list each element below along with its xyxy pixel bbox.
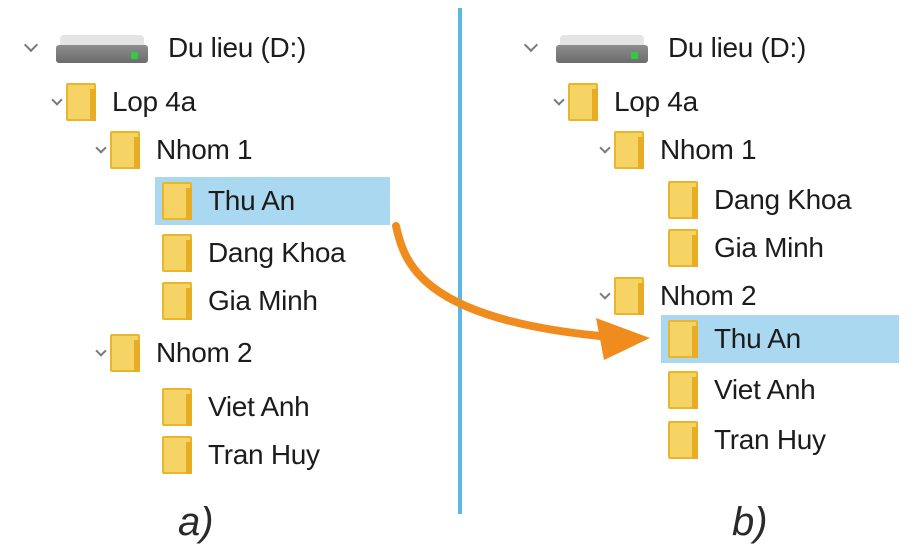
move-arrow-path <box>392 222 604 340</box>
move-arrow <box>392 222 650 360</box>
move-arrow-head <box>596 318 650 360</box>
